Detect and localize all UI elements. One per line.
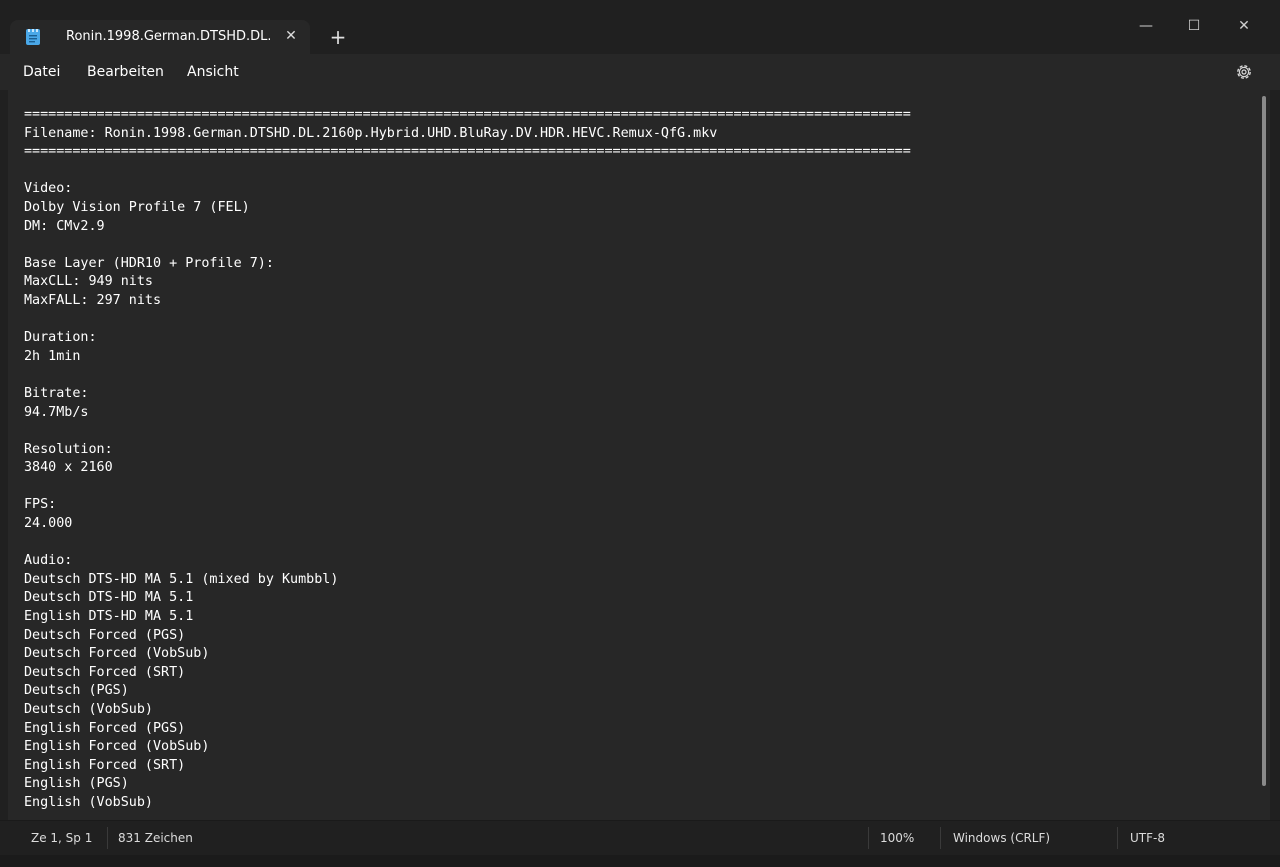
zoom-level[interactable]: 100% — [880, 830, 914, 846]
tab-close-icon[interactable]: ✕ — [282, 27, 300, 45]
encoding[interactable]: UTF-8 — [1130, 830, 1165, 846]
cursor-position: Ze 1, Sp 1 — [31, 831, 93, 845]
menu-view[interactable]: Ansicht — [187, 63, 239, 81]
character-count: 831 Zeichen — [118, 831, 193, 845]
text-editor[interactable]: ========================================… — [8, 90, 1270, 820]
menu-file[interactable]: Datei — [23, 63, 60, 81]
status-bar: Ze 1, Sp 1 831 Zeichen 100% Windows (CRL… — [0, 820, 1280, 855]
menu-edit[interactable]: Bearbeiten — [87, 63, 164, 81]
document-text[interactable]: ========================================… — [24, 106, 911, 813]
maximize-button[interactable]: ☐ — [1174, 12, 1214, 40]
status-separator — [940, 827, 941, 849]
status-separator — [868, 827, 869, 849]
menu-bar: Datei Bearbeiten Ansicht — [0, 54, 1280, 90]
new-tab-button[interactable]: + — [326, 26, 350, 50]
line-ending[interactable]: Windows (CRLF) — [953, 830, 1050, 846]
tab-title: Ronin.1998.German.DTSHD.DL.2160 — [66, 29, 270, 44]
vertical-scrollbar[interactable] — [1262, 96, 1266, 786]
minimize-button[interactable]: — — [1126, 12, 1166, 40]
notepad-window: Ronin.1998.German.DTSHD.DL.2160 ✕ + — ☐ … — [0, 0, 1280, 867]
status-separator — [1117, 827, 1118, 849]
status-separator — [107, 827, 108, 849]
close-window-button[interactable]: ✕ — [1224, 12, 1264, 40]
notepad-icon — [26, 29, 40, 45]
window-bottom-edge — [0, 855, 1280, 867]
gear-icon[interactable] — [1234, 62, 1254, 82]
tab-document[interactable]: Ronin.1998.German.DTSHD.DL.2160 ✕ — [10, 20, 310, 54]
title-bar: Ronin.1998.German.DTSHD.DL.2160 ✕ + — ☐ … — [0, 0, 1280, 54]
